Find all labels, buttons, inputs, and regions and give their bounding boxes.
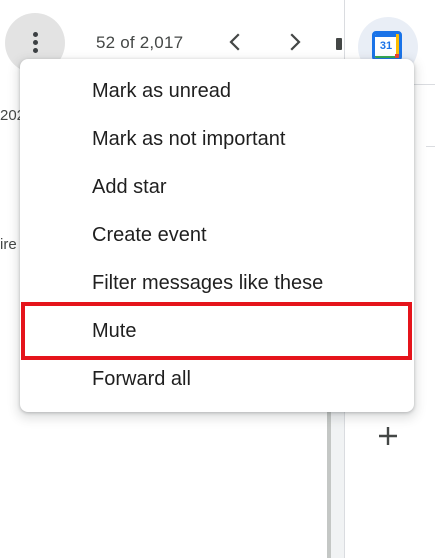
more-options-menu: Mark as unread Mark as not important Add…: [20, 59, 414, 412]
google-calendar-icon: 31: [372, 31, 402, 61]
background-text-fragment: ire: [0, 236, 17, 253]
get-add-ons-button[interactable]: [374, 422, 402, 450]
menu-item-mark-as-not-important[interactable]: Mark as not important: [20, 115, 414, 163]
side-panel-section-divider: [426, 146, 435, 147]
scrollbar-thumb[interactable]: [327, 412, 331, 558]
older-message-button[interactable]: [223, 30, 247, 54]
gmail-message-view: 202 ire 52 of 2,017 31 Mark as unread Ma…: [0, 0, 435, 558]
calendar-day-number: 31: [379, 40, 393, 52]
menu-item-mark-as-unread[interactable]: Mark as unread: [20, 67, 414, 115]
more-vert-icon: [33, 32, 38, 37]
message-count: 52 of 2,017: [96, 33, 184, 52]
keyboard-icon[interactable]: [336, 38, 342, 50]
menu-item-mute[interactable]: Mute: [21, 302, 412, 360]
chevron-right-icon: [290, 33, 301, 51]
menu-item-filter-messages[interactable]: Filter messages like these: [20, 259, 414, 307]
more-vert-icon-dot: [33, 48, 38, 53]
newer-message-button[interactable]: [283, 30, 307, 54]
chevron-left-icon: [229, 33, 240, 51]
menu-item-forward-all[interactable]: Forward all: [20, 355, 414, 403]
menu-item-add-star[interactable]: Add star: [20, 163, 414, 211]
plus-icon: [379, 427, 397, 445]
more-vert-icon-dot: [33, 40, 38, 45]
menu-item-create-event[interactable]: Create event: [20, 211, 414, 259]
